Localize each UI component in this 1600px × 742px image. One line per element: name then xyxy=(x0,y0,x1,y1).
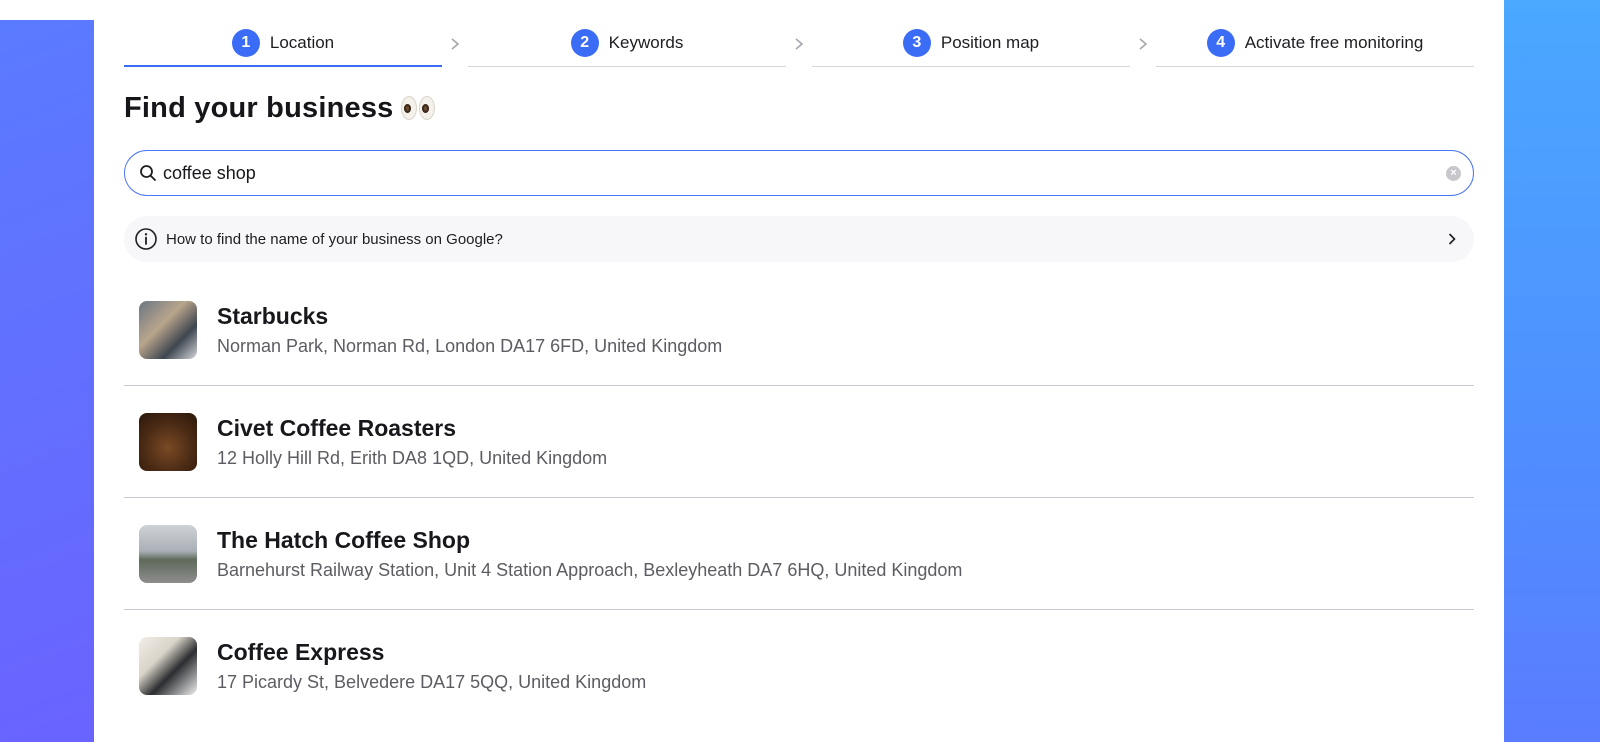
result-text: The Hatch Coffee Shop Barnehurst Railway… xyxy=(217,527,962,581)
business-address: 17 Picardy St, Belvedere DA17 5QQ, Unite… xyxy=(217,672,647,692)
content: 1 Location 2 Keywords 3 Position map 4 A… xyxy=(124,20,1474,722)
info-icon xyxy=(134,227,158,251)
chevron-right-icon xyxy=(786,20,812,67)
step-position-map[interactable]: 3 Position map xyxy=(812,20,1130,67)
page-title: Find your business xyxy=(124,91,394,124)
step-label: Activate free monitoring xyxy=(1244,33,1424,52)
result-text: Starbucks Norman Park, Norman Rd, London… xyxy=(217,303,722,357)
result-item[interactable]: Coffee Express 17 Picardy St, Belvedere … xyxy=(124,610,1474,722)
business-thumbnail xyxy=(139,412,197,471)
step-activate-monitoring[interactable]: 4 Activate free monitoring xyxy=(1156,20,1474,67)
step-number: 3 xyxy=(902,29,931,57)
business-address: 12 Holly Hill Rd, Erith DA8 1QD, United … xyxy=(217,447,608,468)
business-address: Norman Park, Norman Rd, London DA17 6FD,… xyxy=(217,335,723,356)
eye-right xyxy=(419,96,436,120)
results-list: Starbucks Norman Park, Norman Rd, London… xyxy=(124,274,1474,722)
chevron-right-icon xyxy=(1446,233,1458,245)
step-number: 1 xyxy=(231,28,260,57)
business-name: Starbucks xyxy=(217,302,329,329)
top-strip xyxy=(0,0,1600,20)
result-text: Civet Coffee Roasters 12 Holly Hill Rd, … xyxy=(217,415,607,469)
step-location[interactable]: 1 Location xyxy=(124,20,442,67)
help-text: How to find the name of your business on… xyxy=(166,230,503,248)
result-text: Coffee Express 17 Picardy St, Belvedere … xyxy=(217,639,646,693)
business-thumbnail xyxy=(139,524,197,583)
business-thumbnail xyxy=(139,300,197,359)
business-name: The Hatch Coffee Shop xyxy=(217,526,471,553)
clear-icon[interactable]: × xyxy=(1446,165,1461,181)
chevron-right-icon xyxy=(1130,20,1156,67)
search-input[interactable] xyxy=(163,162,1446,184)
help-banner[interactable]: How to find the name of your business on… xyxy=(124,216,1474,262)
search-icon xyxy=(139,164,157,182)
step-label: Keywords xyxy=(608,33,684,52)
eye-left xyxy=(401,96,418,120)
main-card: 1 Location 2 Keywords 3 Position map 4 A… xyxy=(94,20,1504,742)
result-item[interactable]: Starbucks Norman Park, Norman Rd, London… xyxy=(124,274,1474,386)
business-name: Coffee Express xyxy=(217,639,385,665)
step-number: 2 xyxy=(570,29,599,57)
result-item[interactable]: The Hatch Coffee Shop Barnehurst Railway… xyxy=(124,498,1474,610)
background-right xyxy=(1504,0,1600,742)
step-number: 4 xyxy=(1206,29,1235,57)
page-heading: Find your business xyxy=(124,90,1474,126)
business-thumbnail xyxy=(139,637,197,695)
result-item[interactable]: Civet Coffee Roasters 12 Holly Hill Rd, … xyxy=(124,386,1474,498)
step-label: Position map xyxy=(940,33,1040,52)
search-box[interactable]: × xyxy=(124,150,1474,196)
stepper: 1 Location 2 Keywords 3 Position map 4 A… xyxy=(124,20,1474,68)
step-label: Location xyxy=(269,32,335,52)
chevron-right-icon xyxy=(442,20,468,67)
eyes-emoji-icon xyxy=(401,96,436,120)
business-address: Barnehurst Railway Station, Unit 4 Stati… xyxy=(217,559,963,580)
step-keywords[interactable]: 2 Keywords xyxy=(468,20,786,67)
business-name: Civet Coffee Roasters xyxy=(217,414,457,441)
